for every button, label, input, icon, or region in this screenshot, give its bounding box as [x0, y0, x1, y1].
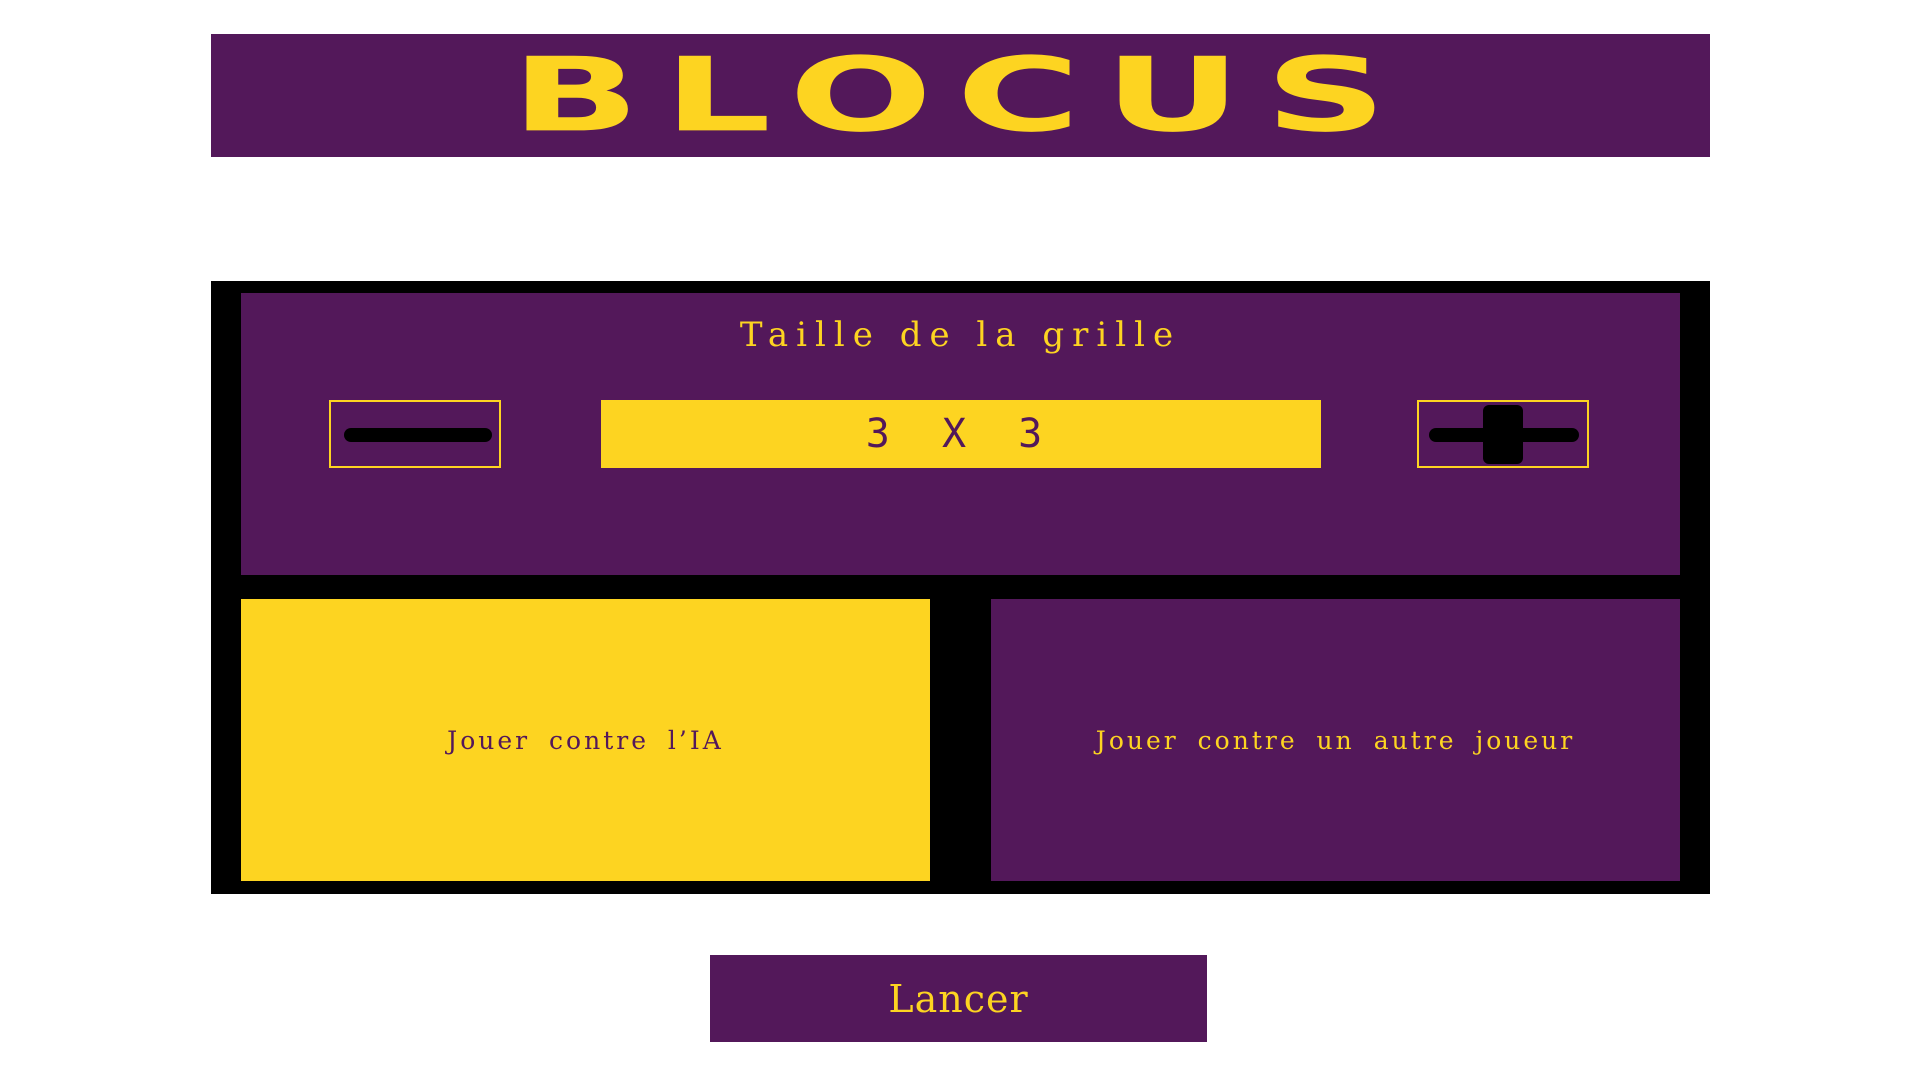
decrease-size-button[interactable]: [329, 400, 501, 468]
minus-icon: [344, 428, 492, 442]
settings-panel: Taille de la grille 3 X 3 Jouer contre l…: [211, 281, 1710, 894]
mode-vs-player-button[interactable]: Jouer contre un autre joueur: [991, 599, 1680, 881]
game-logo: BLOCUS: [510, 35, 1411, 155]
mode-vs-player-label: Jouer contre un autre joueur: [1095, 725, 1576, 755]
launch-button-label: Lancer: [888, 976, 1029, 1021]
grid-size-section: Taille de la grille 3 X 3: [241, 293, 1680, 575]
grid-size-label: Taille de la grille: [739, 315, 1182, 355]
mode-vs-ai-button[interactable]: Jouer contre l’IA: [241, 599, 930, 881]
launch-button[interactable]: Lancer: [710, 955, 1207, 1042]
title-banner: BLOCUS: [211, 34, 1710, 157]
plus-icon: [1429, 405, 1579, 464]
grid-size-value: 3 X 3: [601, 400, 1321, 468]
mode-vs-ai-label: Jouer contre l’IA: [447, 725, 724, 755]
increase-size-button[interactable]: [1417, 400, 1589, 468]
